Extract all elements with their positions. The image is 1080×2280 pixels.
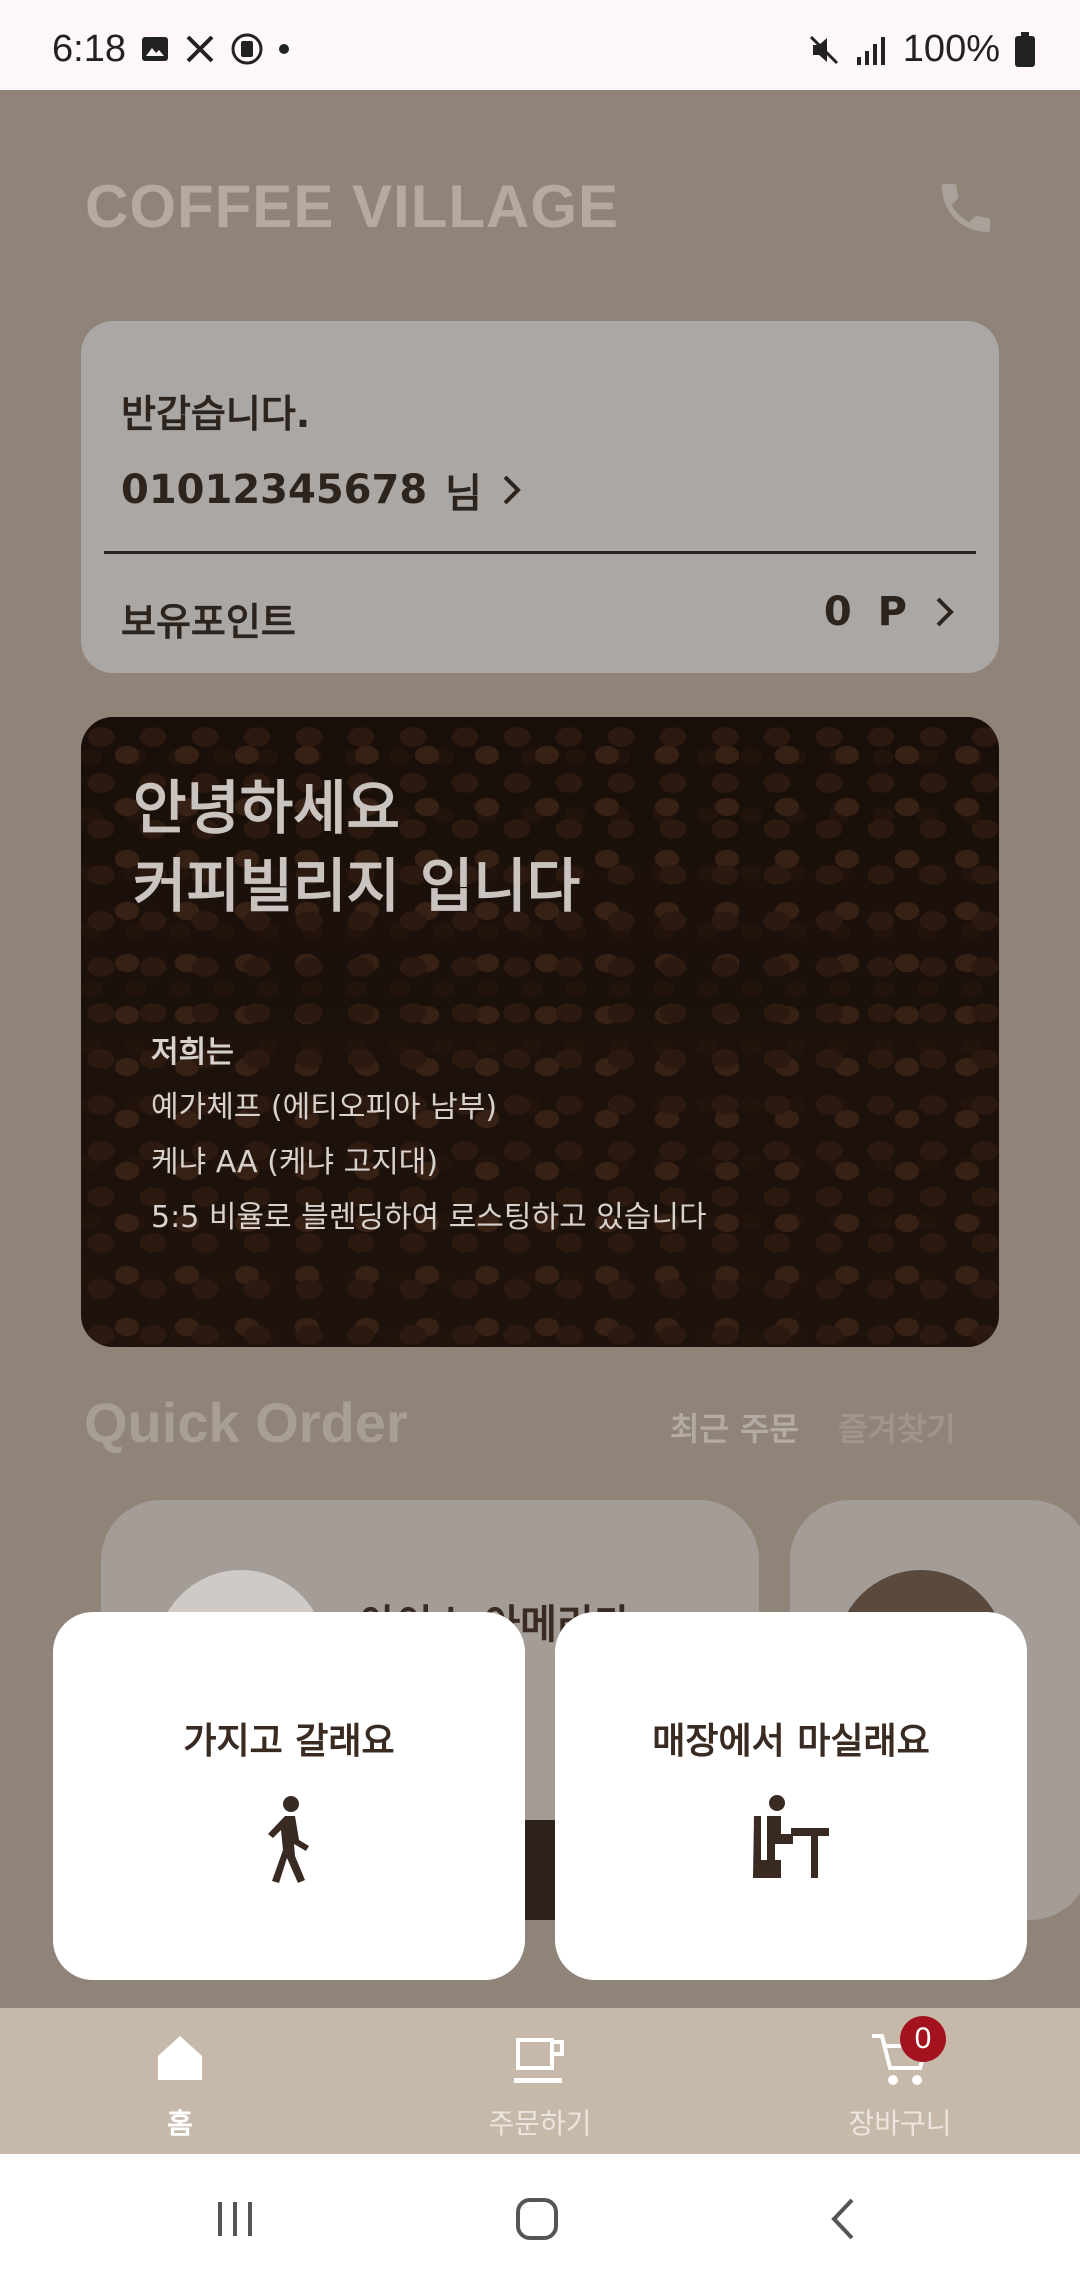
points-link[interactable]: 0 P [824, 589, 957, 635]
honorific: 님 [445, 471, 482, 517]
nav-cart-label: 장바구니 [848, 2107, 952, 2140]
gallery-icon [142, 37, 168, 61]
phone-icon[interactable] [934, 176, 998, 240]
banner-headline: 안녕하세요 커피빌리지 입니다 [133, 769, 580, 925]
points-value: 0 [823, 589, 858, 635]
greeting-text: 반갑습니다. [121, 392, 311, 436]
signal-icon [856, 36, 885, 65]
cart-count-badge: 0 [900, 2016, 946, 2062]
dot-icon [279, 44, 289, 54]
dine-in-label: 매장에서 마실래요 [652, 1721, 930, 1762]
banner-line-3: 5:5 비율로 블렌딩하여 로스팅하고 있습니다 [151, 1200, 707, 1235]
home-button-icon[interactable] [514, 2196, 560, 2242]
chevron-right-icon [936, 597, 954, 627]
tab-favorites[interactable]: 즐겨찾기 [838, 1404, 956, 1450]
battery-percent: 100% [902, 28, 1000, 70]
battery-icon [1015, 31, 1035, 67]
bottom-nav: 홈 주문하기 0 장바구니 [0, 2008, 1080, 2154]
home-icon [158, 2036, 202, 2080]
nav-home-label: 홈 [167, 2107, 193, 2140]
mute-icon [809, 35, 838, 64]
nav-order[interactable]: 주문하기 [440, 2008, 640, 2154]
banner-line-1: 예가체프 (에티오피아 남부) [151, 1090, 498, 1125]
status-right: 100% [807, 28, 1036, 71]
seated-person-icon [753, 1795, 829, 1878]
tools-icon [186, 35, 214, 63]
points-unit: P [877, 589, 913, 635]
sync-icon [231, 33, 263, 65]
status-bar: 6:18 100% [0, 0, 1080, 90]
notification-icons [140, 32, 290, 66]
user-id: 01012345678 [121, 467, 428, 513]
member-card: 반갑습니다. 01012345678 님 보유포인트 0 P [81, 321, 999, 673]
nav-cart[interactable]: 0 장바구니 [800, 2008, 1000, 2154]
recents-icon[interactable] [212, 2196, 258, 2242]
quick-order-title: Quick Order [84, 1391, 408, 1454]
nav-home[interactable]: 홈 [80, 2008, 280, 2154]
tab-recent-orders[interactable]: 최근 주문 [670, 1404, 799, 1450]
banner-headline-line1: 안녕하세요 [133, 774, 400, 842]
walking-person-icon [268, 1796, 309, 1883]
banner-lead: 저희는 [151, 1035, 234, 1070]
coffee-cup-icon [514, 2038, 564, 2083]
member-info-link[interactable]: 01012345678 님 [121, 461, 524, 519]
takeout-option[interactable]: 가지고 갈래요 [53, 1612, 525, 1980]
banner-description: 저희는 예가체프 (에티오피아 남부) 케냐 AA (케냐 고지대) 5:5 비… [151, 1025, 707, 1245]
banner-headline-line2: 커피빌리지 입니다 [133, 852, 581, 920]
banner-line-2: 케냐 AA (케냐 고지대) [151, 1145, 439, 1180]
chevron-right-icon [503, 475, 521, 505]
brand-title: COFFEE VILLAGE [85, 173, 620, 240]
back-icon[interactable] [822, 2196, 868, 2242]
dine-in-option[interactable]: 매장에서 마실래요 [555, 1612, 1027, 1980]
card-divider [104, 551, 976, 554]
takeout-label: 가지고 갈래요 [183, 1721, 395, 1762]
points-label: 보유포인트 [121, 600, 296, 644]
status-time: 6:18 [52, 28, 126, 70]
intro-banner: 안녕하세요 커피빌리지 입니다 저희는 예가체프 (에티오피아 남부) 케냐 A… [81, 717, 999, 1347]
nav-order-label: 주문하기 [488, 2107, 592, 2140]
system-nav-bar [0, 2154, 1080, 2280]
